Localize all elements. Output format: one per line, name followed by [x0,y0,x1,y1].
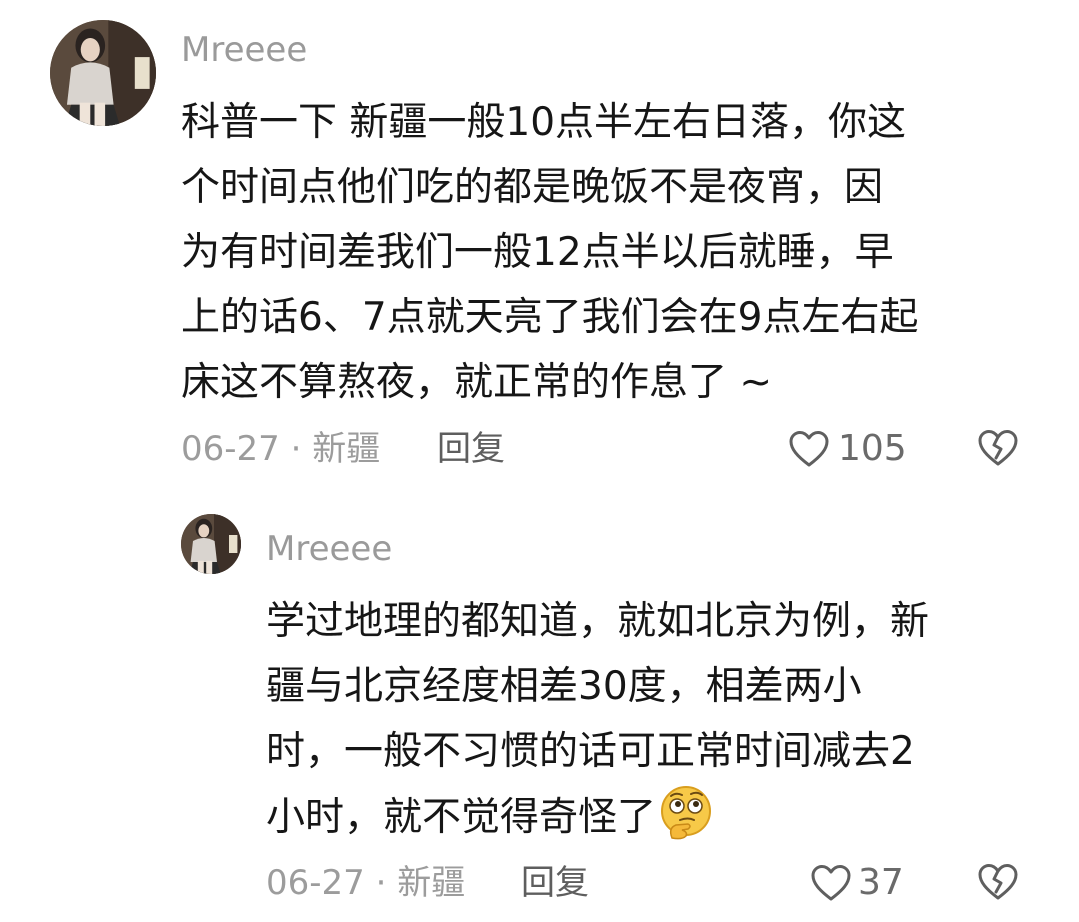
like-button[interactable]: 37 [810,860,904,906]
reply-location: 新疆 [397,863,466,903]
meta-separator: · [375,863,387,903]
reply-text-segment: 小时，就不觉得奇怪了 [266,795,657,840]
reply-text-line: 小时，就不觉得奇怪了 [266,784,929,850]
reply-button[interactable]: 回复 [521,860,589,906]
comment-location: 新疆 [312,429,381,469]
broken-heart-icon [978,430,1018,466]
avatar[interactable] [181,514,241,574]
like-count: 105 [838,428,907,469]
reply-date: 06-27 [266,863,365,903]
avatar-photo [50,20,156,126]
dislike-button[interactable] [976,426,1020,474]
like-count: 37 [858,862,904,903]
reply-text: 学过地理的都知道，就如北京为例，新 疆与北京经度相差30度，相差两小 时，一般不… [266,589,929,850]
comment-text-line: 个时间点他们吃的都是晚饭不是夜宵，因 [181,165,884,210]
avatar[interactable] [50,20,156,126]
heart-outline-icon [811,865,851,901]
comment-text: 科普一下 新疆一般10点半左右日落，你这 个时间点他们吃的都是晚饭不是夜宵，因 … [181,90,918,415]
avatar-photo [181,514,241,574]
dislike-button[interactable] [976,860,1020,908]
comment-meta: 06-27 · 新疆 [181,426,380,472]
reply-text-line: 学过地理的都知道，就如北京为例，新 [266,599,930,644]
username[interactable]: Mreeee [266,527,392,571]
reply-text-line: 时，一般不习惯的话可正常时间减去2 [266,729,915,774]
comment-text-line: 科普一下 新疆一般10点半左右日落，你这 [181,100,907,145]
reply-button[interactable]: 回复 [437,426,505,472]
like-button[interactable]: 105 [788,426,907,472]
heart-outline-icon [789,431,829,467]
comment-text-line: 上的话6、7点就天亮了我们会在9点左右起 [181,295,919,340]
username[interactable]: Mreeee [181,28,307,72]
broken-heart-icon [978,864,1018,900]
comment-date: 06-27 [181,429,280,469]
reply-meta: 06-27 · 新疆 [266,860,465,906]
comment-text-line: 为有时间差我们一般12点半以后就睡，早 [181,230,894,275]
meta-separator: · [290,429,302,469]
comment-text-line: 床这不算熬夜，就正常的作息了 ~ [181,360,773,405]
reply-text-line: 疆与北京经度相差30度，相差两小 [266,664,862,709]
thinking-face-emoji [661,786,712,840]
